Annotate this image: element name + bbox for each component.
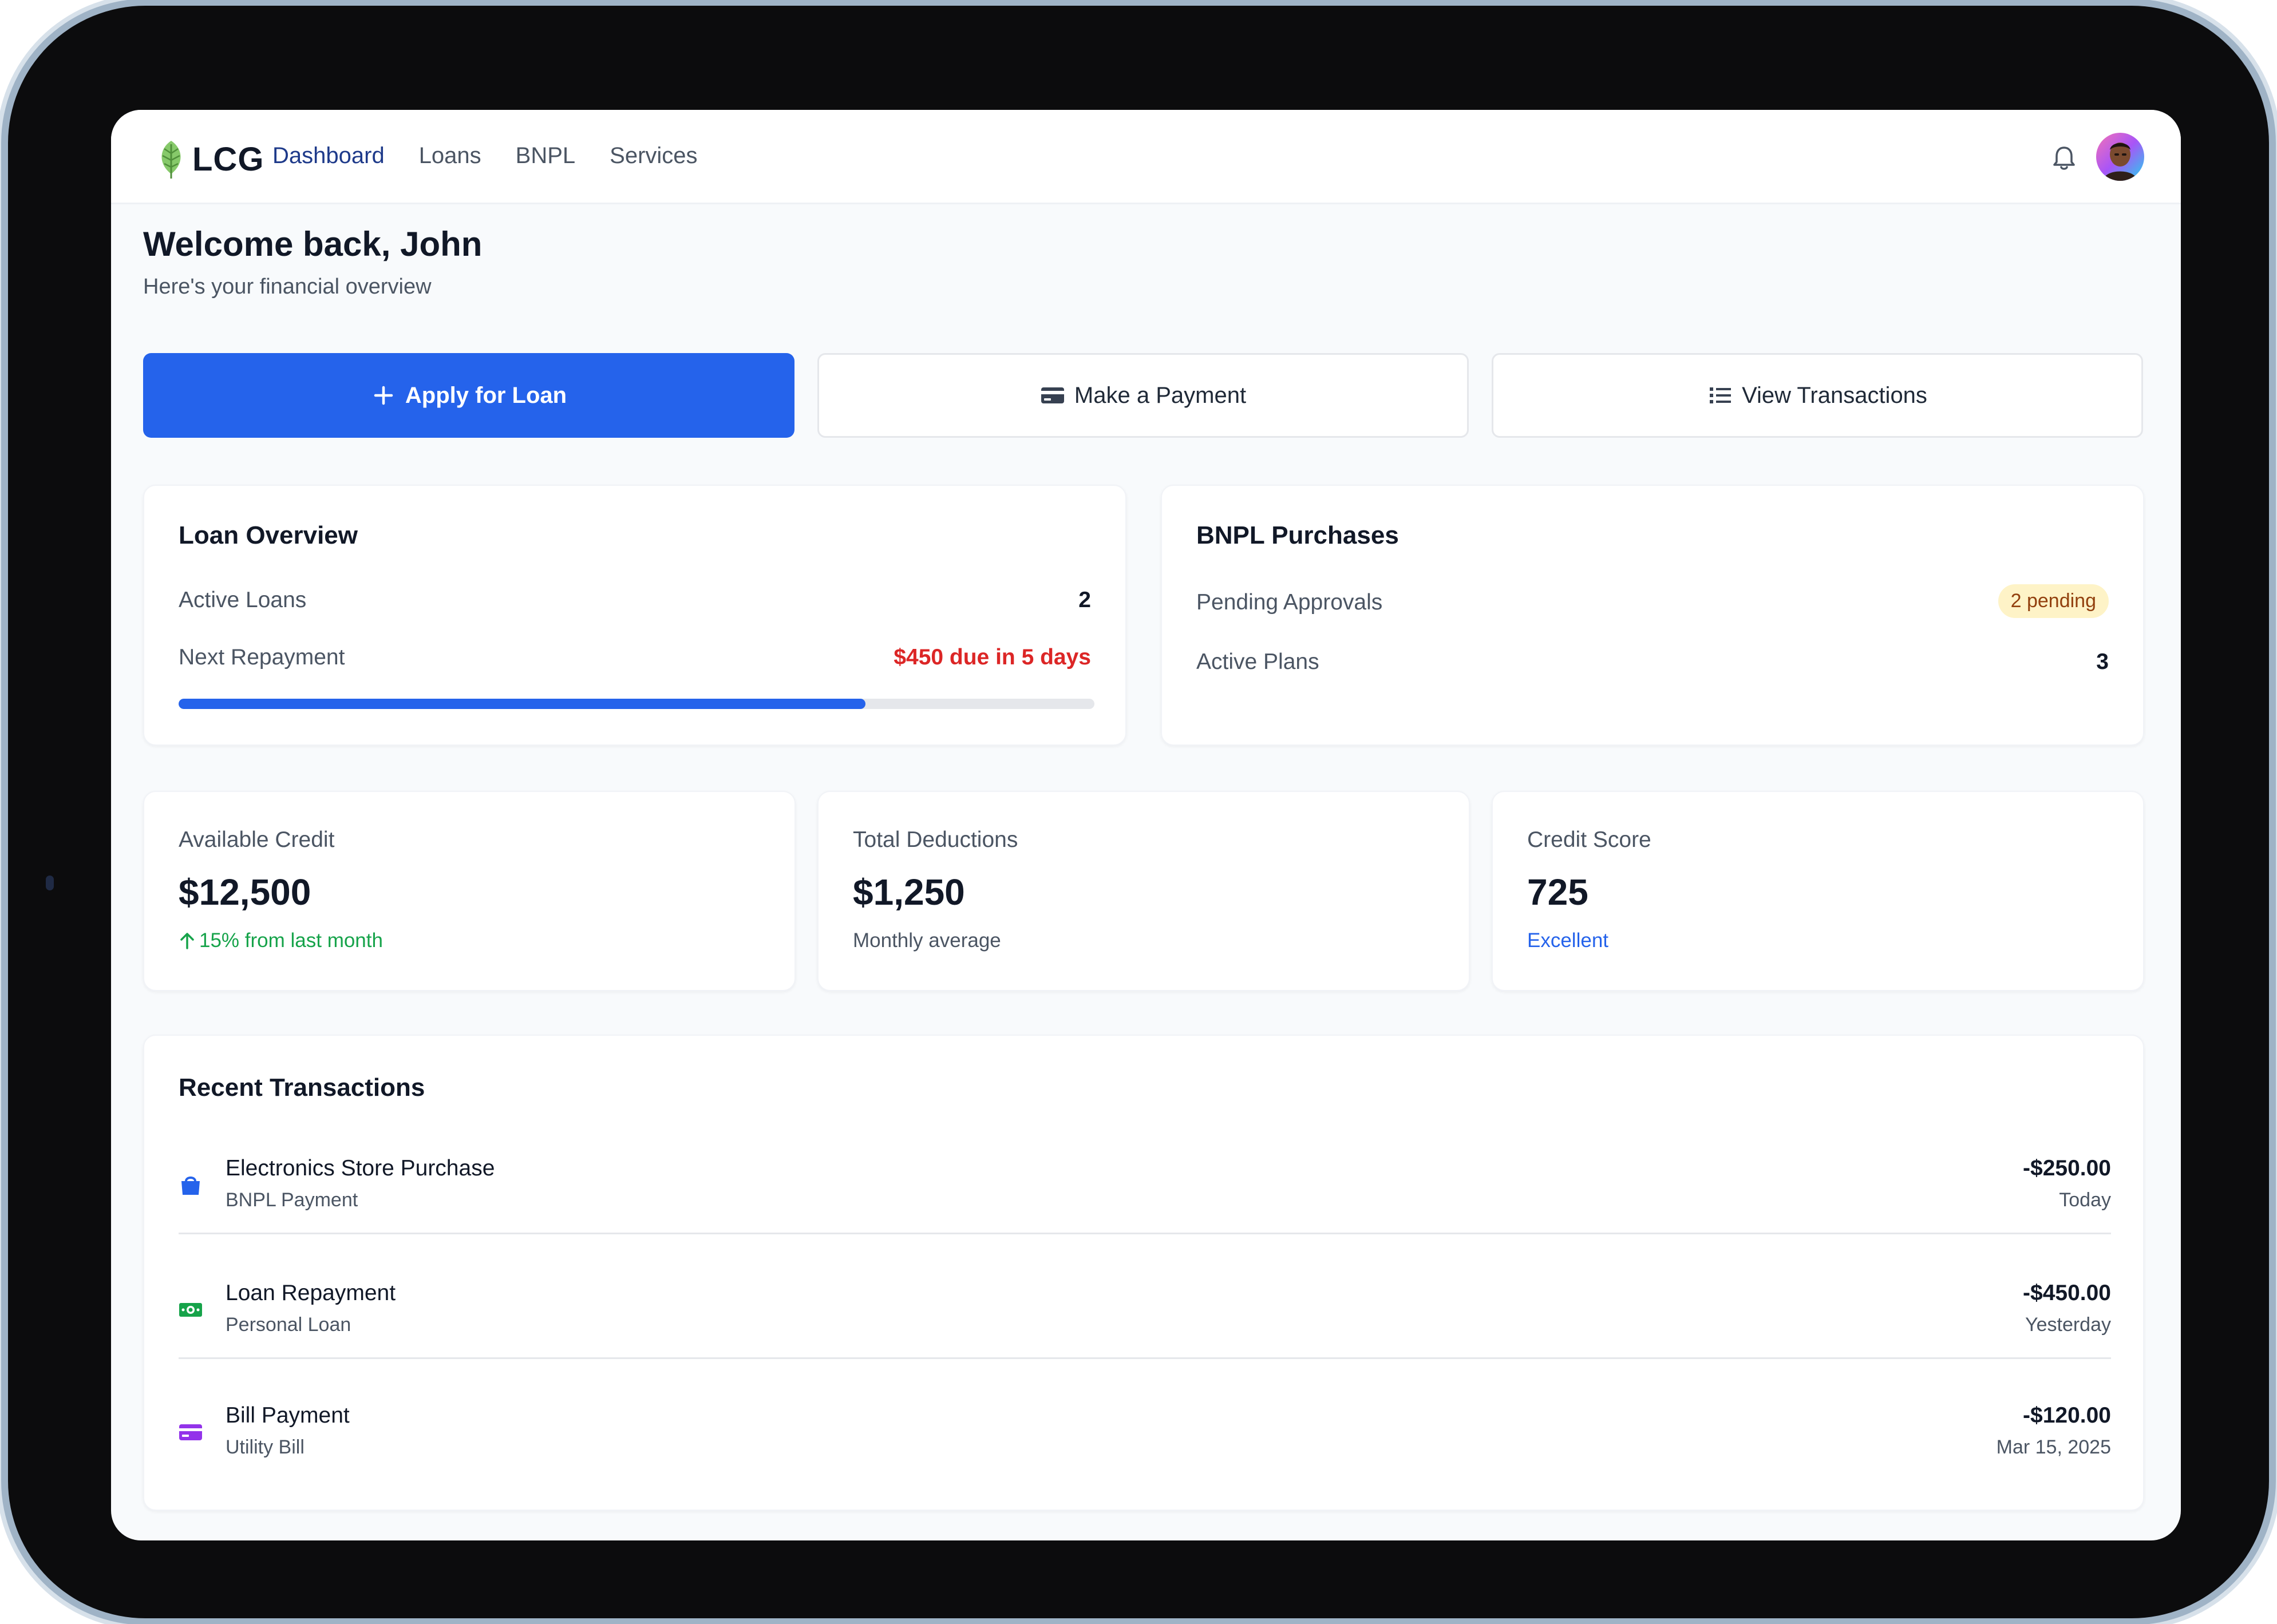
list-icon <box>1710 387 1732 403</box>
tablet-frame: LCG Dashboard Loans BNPL Services Welcom… <box>8 0 2269 1618</box>
brand-logo[interactable]: LCG <box>155 138 264 180</box>
next-repayment-value: $450 due in 5 days <box>894 645 1091 670</box>
transaction-amount: -$250.00 <box>2023 1156 2111 1181</box>
transaction-amount: -$450.00 <box>2023 1281 2111 1305</box>
transaction-amount: -$120.00 <box>2023 1403 2111 1428</box>
loan-overview-title: Loan Overview <box>179 521 358 549</box>
bnpl-purchases-card: BNPL Purchases Pending Approvals 2 pendi… <box>1161 485 2144 746</box>
view-transactions-label: View Transactions <box>1742 382 1927 408</box>
brand-name: LCG <box>192 140 264 178</box>
transaction-row[interactable]: Bill Payment Utility Bill -$120.00 Mar 1… <box>179 1384 2111 1498</box>
shopping-bag-icon <box>181 1177 200 1195</box>
transaction-date: Yesterday <box>2025 1314 2111 1336</box>
nav-item-loans[interactable]: Loans <box>419 143 481 169</box>
leaf-icon <box>161 141 181 179</box>
money-bill-icon <box>179 1303 202 1317</box>
active-loans-value: 2 <box>1078 588 1091 612</box>
bell-icon[interactable] <box>2051 144 2077 172</box>
total-deductions-label: Total Deductions <box>853 827 1018 852</box>
camera-icon <box>46 876 54 890</box>
arrow-up-icon <box>180 933 194 949</box>
recent-transactions-title: Recent Transactions <box>179 1074 425 1102</box>
nav-item-dashboard[interactable]: Dashboard <box>272 143 385 169</box>
avatar[interactable] <box>2096 133 2144 181</box>
apply-for-loan-button[interactable]: Apply for Loan <box>143 353 794 438</box>
available-credit-value: $12,500 <box>179 872 311 913</box>
credit-card-icon <box>1041 387 1064 403</box>
page-title: Welcome back, John <box>143 225 483 263</box>
transaction-title: Bill Payment <box>226 1403 350 1428</box>
total-deductions-card: Total Deductions $1,250 Monthly average <box>817 791 1470 991</box>
volume-button <box>191 0 288 1</box>
transaction-title: Loan Repayment <box>226 1281 396 1305</box>
credit-score-rating: Excellent <box>1527 929 1609 952</box>
page-subtitle: Here's your financial overview <box>143 275 432 299</box>
view-transactions-button[interactable]: View Transactions <box>1492 353 2143 438</box>
apply-for-loan-label: Apply for Loan <box>405 382 567 408</box>
credit-score-value: 725 <box>1527 872 1588 913</box>
make-payment-label: Make a Payment <box>1074 382 1247 408</box>
recent-transactions-card: Recent Transactions Electronics Store Pu… <box>143 1035 2144 1511</box>
power-button <box>311 0 409 1</box>
bnpl-purchases-title: BNPL Purchases <box>1196 521 1399 549</box>
available-credit-card: Available Credit $12,500 15% from last m… <box>143 791 796 991</box>
active-loans-label: Active Loans <box>179 588 307 612</box>
nav-item-services[interactable]: Services <box>610 143 697 169</box>
active-plans-label: Active Plans <box>1196 649 1319 674</box>
transaction-type: Personal Loan <box>226 1314 351 1336</box>
make-payment-button[interactable]: Make a Payment <box>817 353 1469 438</box>
available-credit-change: 15% from last month <box>199 929 383 952</box>
credit-card-icon <box>179 1424 202 1440</box>
nav-item-bnpl[interactable]: BNPL <box>516 143 576 169</box>
transaction-date: Mar 15, 2025 <box>1996 1436 2111 1458</box>
plus-icon <box>374 386 393 405</box>
pending-badge: 2 pending <box>1998 584 2109 618</box>
credit-score-label: Credit Score <box>1527 827 1651 852</box>
available-credit-note: 15% from last month <box>179 929 383 952</box>
available-credit-label: Available Credit <box>179 827 335 852</box>
app-screen: LCG Dashboard Loans BNPL Services Welcom… <box>111 110 2181 1540</box>
main-nav: Dashboard Loans BNPL Services <box>272 143 698 169</box>
total-deductions-value: $1,250 <box>853 872 965 913</box>
avatar-image <box>2096 133 2144 181</box>
credit-score-card: Credit Score 725 Excellent <box>1492 791 2144 991</box>
divider <box>179 1233 2111 1234</box>
repayment-progress-fill <box>179 699 865 709</box>
next-repayment-label: Next Repayment <box>179 645 345 670</box>
repayment-progress-bar <box>179 699 1094 709</box>
total-deductions-note: Monthly average <box>853 929 1001 952</box>
transaction-title: Electronics Store Purchase <box>226 1156 495 1181</box>
loan-overview-card: Loan Overview Active Loans 2 Next Repaym… <box>143 485 1126 746</box>
transaction-type: BNPL Payment <box>226 1189 358 1211</box>
transaction-date: Today <box>2059 1189 2111 1211</box>
active-plans-value: 3 <box>2096 649 2109 674</box>
divider <box>179 1357 2111 1359</box>
transaction-type: Utility Bill <box>226 1436 305 1458</box>
pending-approvals-label: Pending Approvals <box>1196 590 1383 615</box>
top-navbar: LCG Dashboard Loans BNPL Services <box>111 110 2181 204</box>
